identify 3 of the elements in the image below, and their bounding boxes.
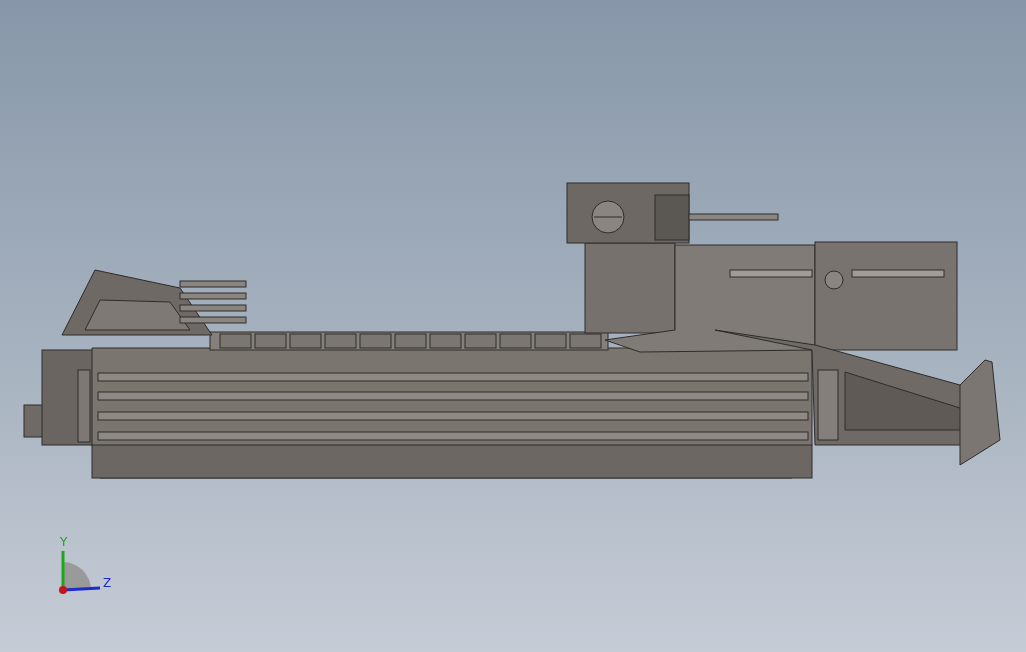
triad-icon bbox=[59, 551, 101, 594]
axis-label: Z bbox=[103, 576, 112, 590]
axis-label: Y bbox=[60, 535, 68, 549]
